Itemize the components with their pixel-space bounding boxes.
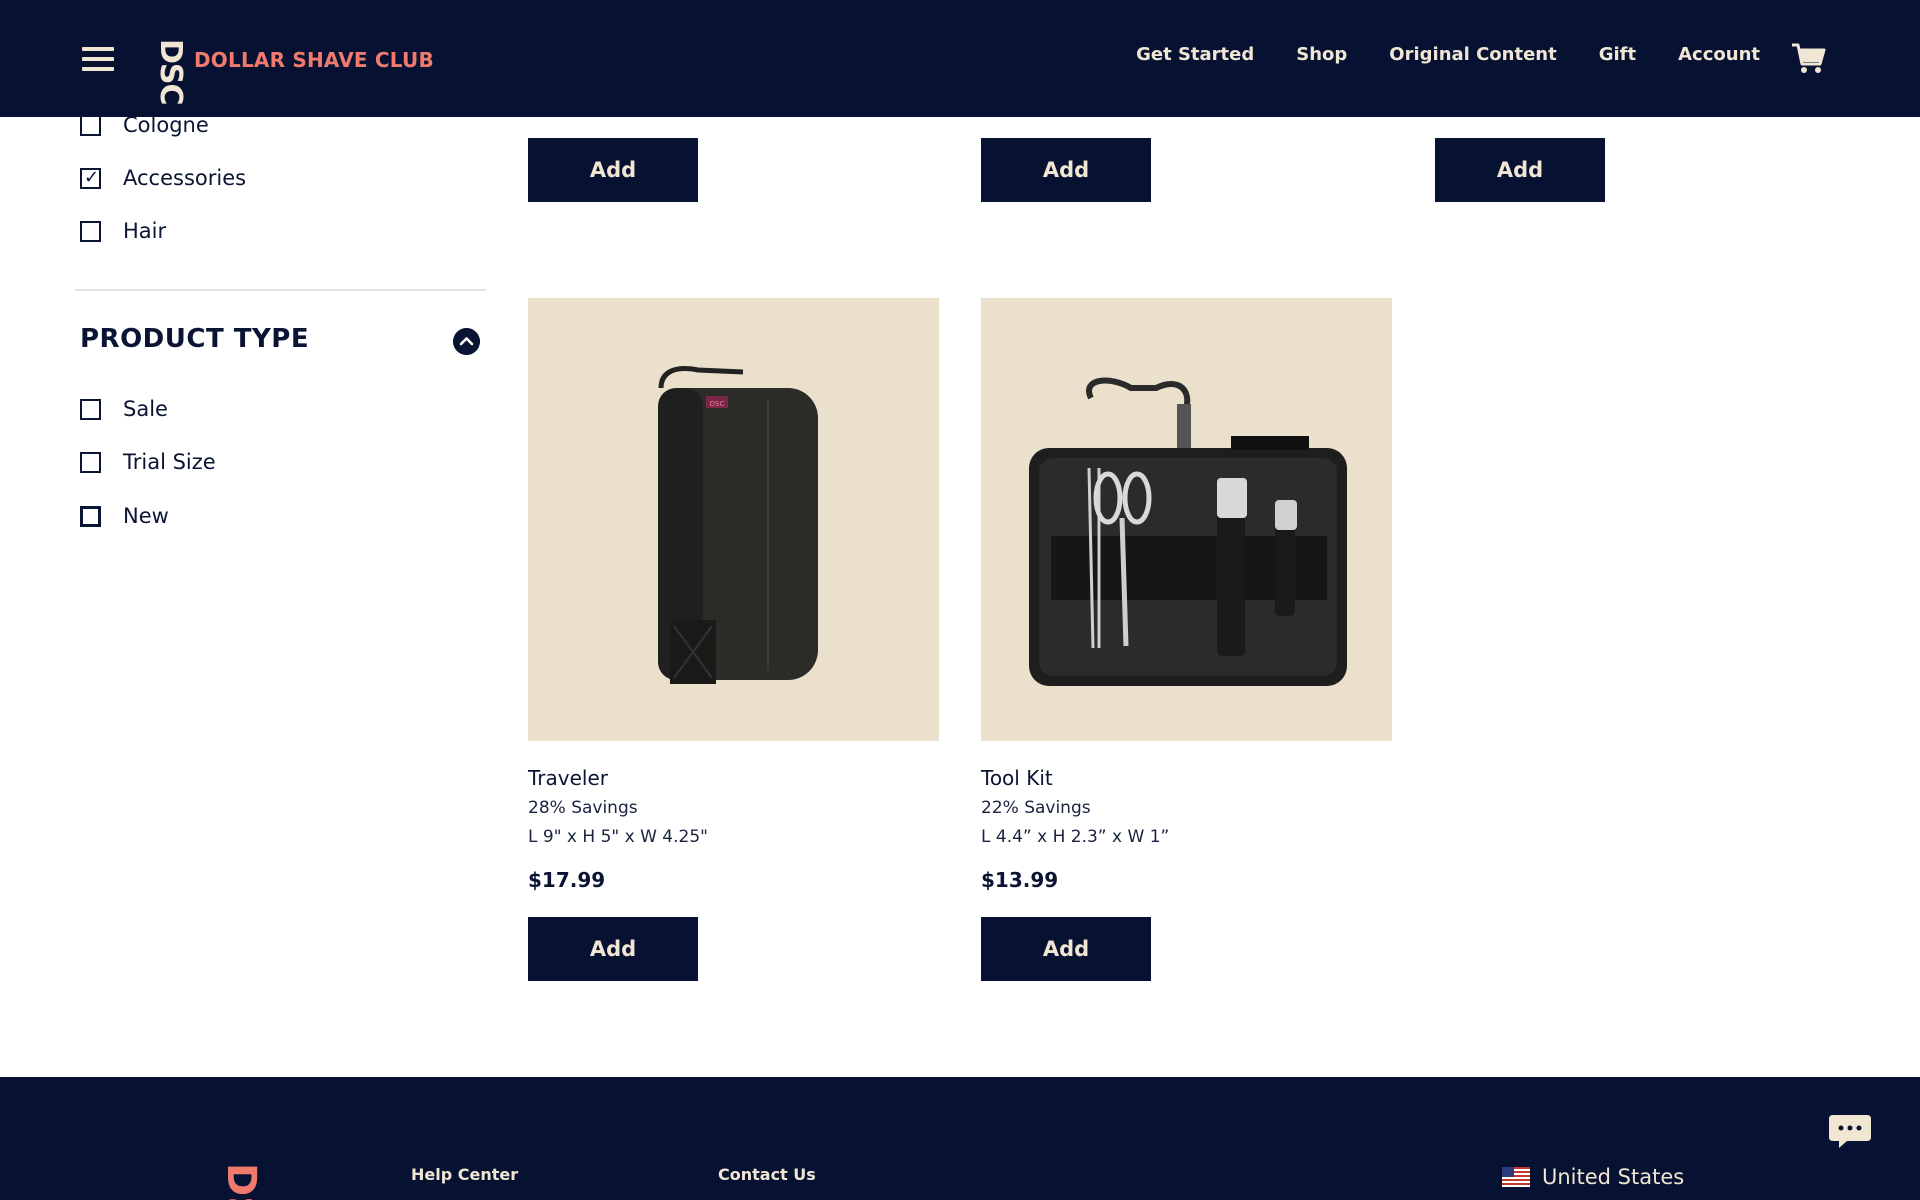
country-label: United States [1542,1165,1685,1189]
footer-link-contact-us[interactable]: Contact Us [718,1165,816,1184]
country-selector[interactable]: United States [1502,1165,1684,1189]
product-savings: 22% Savings [981,798,1091,818]
checkbox[interactable] [80,114,101,136]
nav-original-content[interactable]: Original Content [1389,44,1556,65]
filter-hair[interactable]: Hair [80,219,166,243]
product-price: $17.99 [528,868,606,892]
product-name[interactable]: Traveler [528,766,608,790]
filter-new[interactable]: New [80,504,169,528]
nav-account[interactable]: Account [1678,44,1760,65]
product-name[interactable]: Tool Kit [981,766,1053,790]
product-dimensions: L 9" x H 5" x W 4.25" [528,827,708,847]
filter-label: Trial Size [123,450,216,474]
checkbox-checked[interactable]: ✓ [80,166,101,189]
filter-sale[interactable]: Sale [80,397,168,421]
product-image-traveler[interactable]: DSC [528,298,939,741]
site-header: DSC DOLLAR SHAVE CLUB Get Started Shop O… [0,0,1920,117]
cart-icon[interactable] [1790,40,1826,76]
add-button[interactable]: Add [528,138,698,202]
svg-text:DSC: DSC [710,400,725,408]
footer-logo[interactable]: DSC [218,1163,264,1200]
product-savings: 28% Savings [528,798,638,818]
tool-kit-image [1029,377,1347,686]
product-dimensions: L 4.4” x H 2.3” x W 1” [981,827,1170,847]
filter-label: Hair [123,219,167,243]
filter-label: Sale [123,397,168,421]
filter-divider [75,289,486,291]
chevron-up-icon[interactable] [453,328,480,355]
chat-icon[interactable] [1825,1105,1875,1155]
nav-shop[interactable]: Shop [1296,44,1347,65]
add-button-tool-kit[interactable]: Add [981,917,1151,981]
add-button[interactable]: Add [1435,138,1605,202]
menu-icon[interactable] [82,47,114,71]
footer-link-help-center[interactable]: Help Center [411,1165,518,1184]
filter-label: Accessories [123,166,247,190]
product-price: $13.99 [981,868,1059,892]
main-nav: Get Started Shop Original Content Gift A… [1136,44,1760,65]
add-button[interactable]: Add [981,138,1151,202]
check-icon: ✓ [84,166,100,188]
add-button-traveler[interactable]: Add [528,917,698,981]
nav-get-started[interactable]: Get Started [1136,44,1254,65]
checkbox[interactable] [80,220,101,242]
us-flag-icon [1502,1167,1530,1187]
filter-accessories[interactable]: ✓ Accessories [80,166,246,190]
checkbox[interactable] [80,505,101,527]
logo-mark[interactable]: DSC [153,39,188,105]
product-image-tool-kit[interactable] [981,298,1392,741]
checkbox[interactable] [80,398,101,420]
filter-label: New [123,504,169,528]
nav-gift[interactable]: Gift [1599,44,1636,65]
product-type-heading: PRODUCT TYPE [80,324,310,354]
toiletry-bag-image: DSC [658,366,818,684]
checkbox[interactable] [80,451,101,473]
filter-cologne[interactable]: Cologne [80,113,209,137]
filter-label: Cologne [123,113,209,137]
logo-text[interactable]: DOLLAR SHAVE CLUB [194,48,434,72]
filter-trial-size[interactable]: Trial Size [80,450,216,474]
